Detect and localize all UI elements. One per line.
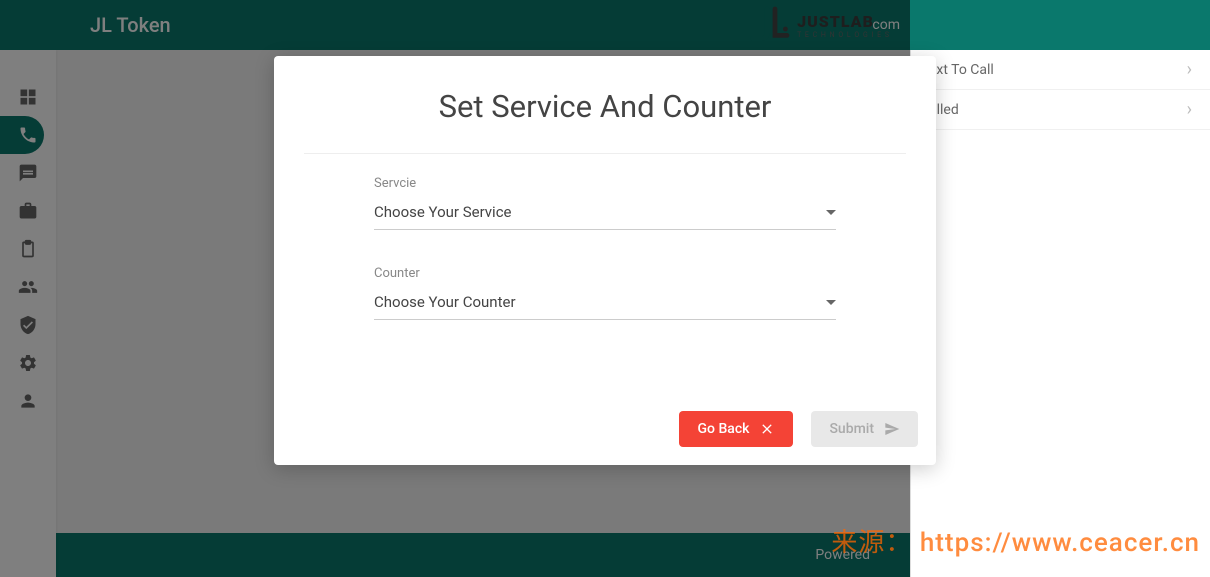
set-service-modal: Set Service And Counter Servcie Choose Y…: [274, 56, 936, 465]
go-back-label: Go Back: [697, 421, 749, 437]
caret-down-icon: [826, 210, 836, 215]
service-field-group: Servcie Choose Your Service: [374, 176, 836, 230]
chevron-right-icon: ›: [1187, 99, 1192, 120]
counter-select[interactable]: Choose Your Counter: [374, 287, 836, 320]
chevron-right-icon: ›: [1187, 59, 1192, 80]
panel-row-label: ext To Call: [929, 62, 994, 78]
close-icon: [759, 421, 775, 437]
panel-row-next-to-call[interactable]: ext To Call ›: [911, 50, 1210, 90]
service-label: Servcie: [374, 176, 836, 191]
modal-title: Set Service And Counter: [304, 56, 906, 154]
submit-label: Submit: [829, 421, 874, 437]
right-panel: WALK-IN ext To Call › alled ›: [910, 0, 1210, 577]
counter-label: Counter: [374, 266, 836, 281]
panel-row-called[interactable]: alled ›: [911, 90, 1210, 130]
counter-field-group: Counter Choose Your Counter: [374, 266, 836, 320]
service-select[interactable]: Choose Your Service: [374, 197, 836, 230]
service-select-value: Choose Your Service: [374, 203, 512, 221]
submit-button[interactable]: Submit: [811, 411, 918, 447]
counter-select-value: Choose Your Counter: [374, 293, 516, 311]
caret-down-icon: [826, 300, 836, 305]
go-back-button[interactable]: Go Back: [679, 411, 793, 447]
send-icon: [884, 421, 900, 437]
